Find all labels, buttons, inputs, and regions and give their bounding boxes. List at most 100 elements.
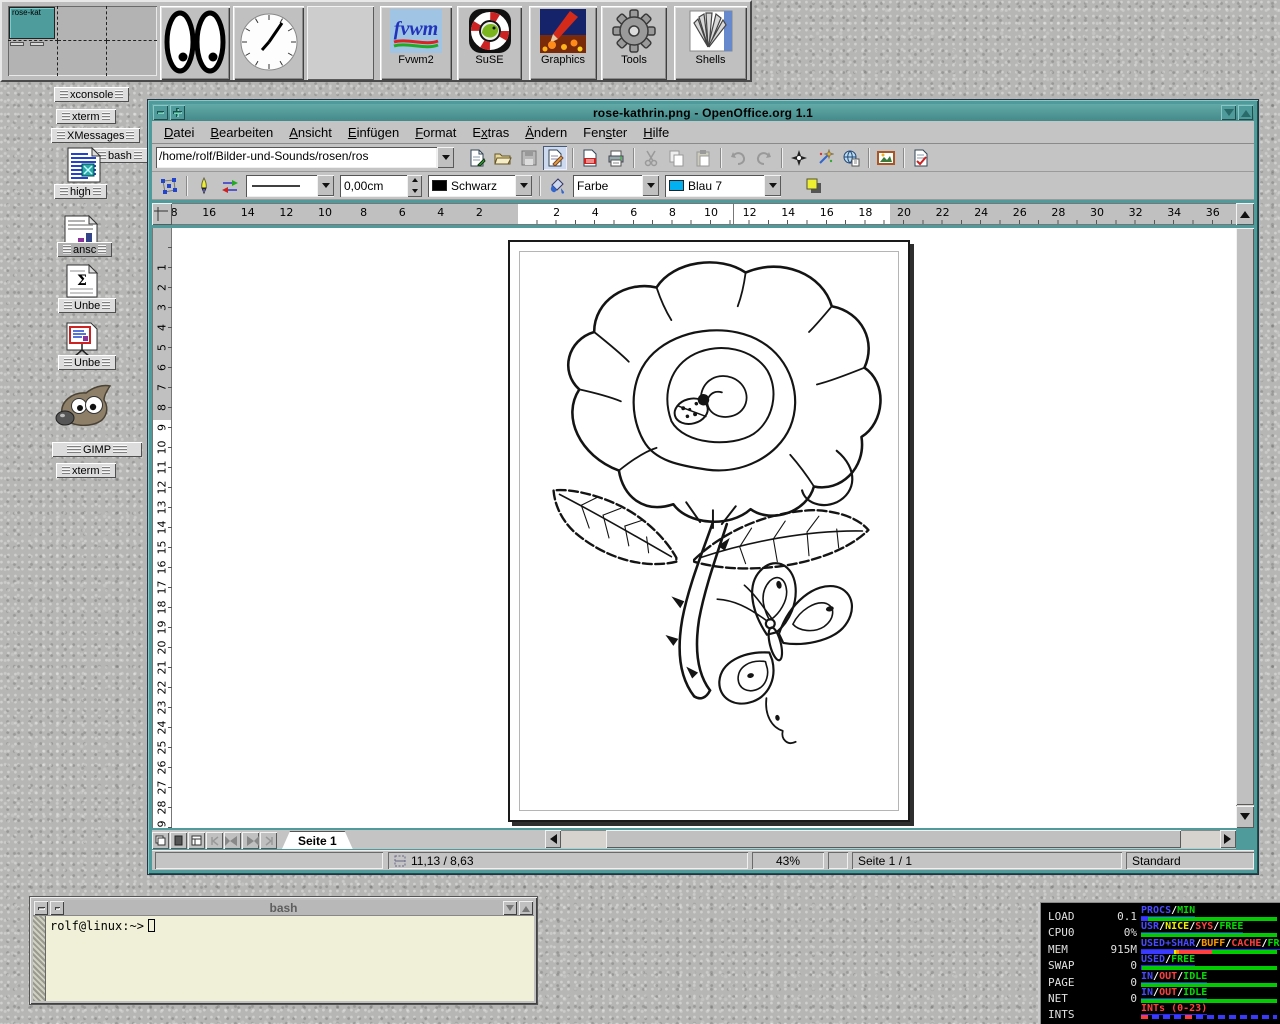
launcher-tools[interactable]: Tools (601, 6, 667, 80)
iconified-gimp[interactable] (52, 380, 122, 441)
spinner-buttons[interactable] (407, 175, 422, 197)
line-width-value[interactable]: 0,00cm (340, 179, 407, 193)
line-style-dropdown[interactable] (317, 175, 334, 196)
launcher-fvwm2[interactable]: fvwm Fvwm2 (380, 6, 452, 80)
autopilot-button[interactable] (813, 146, 837, 170)
horizontal-ruler[interactable]: 1816141210864224681012141618202224262830… (172, 203, 1236, 225)
desktop-pager[interactable]: rose-kat (8, 6, 157, 76)
gallery-button[interactable] (874, 146, 898, 170)
horizontal-scrollbar-track[interactable] (561, 830, 1220, 848)
vertical-scrollbar[interactable] (1236, 228, 1254, 828)
new-document-button[interactable] (465, 146, 489, 170)
open-button[interactable] (491, 146, 515, 170)
line-color-select[interactable]: Schwarz (428, 175, 532, 197)
fill-color-select[interactable]: Blau 7 (665, 175, 781, 197)
menu-datei[interactable]: Datei (156, 123, 202, 142)
vertical-scrollbar-thumb[interactable] (1236, 228, 1254, 805)
terminal-scrollbar[interactable] (33, 916, 46, 1001)
window-menu-button[interactable] (153, 105, 168, 120)
scroll-up-button[interactable] (1236, 203, 1254, 225)
status-zoom-cell[interactable]: 43% (752, 852, 824, 869)
pager-desk-4[interactable] (8, 41, 58, 76)
fill-button[interactable] (545, 174, 569, 198)
maximize-button[interactable] (1238, 105, 1253, 120)
line-width-spinner[interactable]: 0,00cm (340, 175, 422, 197)
terminal-title-bar[interactable]: bash (33, 900, 534, 916)
ruler-origin-button[interactable] (152, 203, 172, 225)
iconified-gimp-label[interactable]: GIMP (52, 442, 142, 457)
iconified-unbenannt-1[interactable]: Unbe (58, 298, 116, 313)
maximize-button[interactable] (519, 901, 533, 915)
terminal-screen[interactable]: rolf@linux:~> (33, 916, 534, 1001)
next-page-button[interactable] (242, 832, 259, 849)
hyperlink-button[interactable] (839, 146, 863, 170)
window-menu-button[interactable] (34, 901, 48, 915)
iconified-xmessages[interactable]: XMessages (51, 128, 140, 143)
menu-bearbeiten[interactable]: Bearbeiten (202, 123, 281, 142)
xeyes-applet[interactable] (160, 6, 230, 80)
layer-view-button[interactable] (188, 832, 205, 849)
edit-file-button[interactable] (543, 146, 567, 170)
undo-button[interactable] (726, 146, 750, 170)
scroll-left-button[interactable] (545, 830, 561, 848)
scroll-right-button[interactable] (1220, 830, 1236, 848)
status-style-cell[interactable]: Standard (1126, 852, 1254, 869)
pager-desk-2[interactable] (58, 6, 108, 41)
save-button[interactable] (517, 146, 541, 170)
check-document-button[interactable] (909, 146, 933, 170)
fill-style-dropdown[interactable] (642, 175, 659, 196)
export-pdf-button[interactable] (578, 146, 602, 170)
iconify-button[interactable] (1221, 105, 1236, 120)
pager-mini-window[interactable]: rose-kat (9, 7, 55, 39)
horizontal-scrollbar-thumb[interactable] (606, 830, 1181, 848)
last-page-button[interactable] (260, 832, 277, 849)
menu-ndern[interactable]: Ändern (517, 123, 575, 142)
iconify-button[interactable] (503, 901, 517, 915)
pager-desk-1[interactable]: rose-kat (8, 6, 58, 41)
line-style-select[interactable] (246, 175, 334, 197)
title-bar[interactable]: rose-kathrin.png - OpenOffice.org 1.1 (152, 104, 1254, 121)
cut-button[interactable] (639, 146, 663, 170)
iconified-ansc[interactable]: ansc (57, 242, 112, 257)
menu-fenster[interactable]: Fenster (575, 123, 635, 142)
paste-button[interactable] (691, 146, 715, 170)
launcher-suse[interactable]: SuSE (457, 6, 522, 80)
launcher-shells[interactable]: Shells (674, 6, 747, 80)
copy-button[interactable] (665, 146, 689, 170)
horizontal-scrollbar[interactable] (545, 830, 1236, 849)
shadow-button[interactable] (802, 174, 826, 198)
iconified-xterm-2[interactable]: xterm (56, 463, 116, 478)
document-page[interactable] (508, 240, 910, 822)
url-combobox[interactable]: /home/rolf/Bilder-und-Sounds/rosen/ros (156, 147, 454, 168)
page-tab-seite-1[interactable]: Seite 1 (282, 831, 353, 849)
url-input[interactable]: /home/rolf/Bilder-und-Sounds/rosen/ros (156, 147, 437, 168)
menu-extras[interactable]: Extras (464, 123, 517, 142)
print-button[interactable] (604, 146, 628, 170)
menu-format[interactable]: Format (407, 123, 464, 142)
line-color-dropdown[interactable] (515, 175, 532, 196)
iconified-xterm-1[interactable]: xterm (56, 109, 116, 124)
scroll-down-button[interactable] (1236, 806, 1254, 828)
menu-ansicht[interactable]: Ansicht (281, 123, 340, 142)
line-pen-button[interactable] (192, 174, 216, 198)
vertical-ruler[interactable]: 1234567891011121314151617181920212223242… (152, 228, 172, 828)
fill-color-dropdown[interactable] (764, 175, 781, 196)
rose-drawing[interactable] (510, 242, 908, 820)
iconified-xconsole[interactable]: xconsole (54, 87, 129, 102)
prev-page-button[interactable] (224, 832, 241, 849)
fill-style-select[interactable]: Farbe (573, 175, 659, 197)
iconified-writer-doc[interactable] (66, 146, 102, 189)
url-dropdown-button[interactable] (437, 147, 454, 168)
redo-button[interactable] (752, 146, 776, 170)
iconified-high[interactable]: high (54, 184, 107, 199)
pager-desk-3[interactable] (107, 6, 157, 41)
window-stick-button[interactable] (170, 105, 185, 120)
arrow-ends-button[interactable] (218, 174, 242, 198)
navigator-button[interactable] (787, 146, 811, 170)
menu-hilfe[interactable]: Hilfe (635, 123, 677, 142)
master-view-button[interactable] (170, 832, 187, 849)
page-view-button[interactable] (152, 832, 169, 849)
drawing-canvas[interactable] (172, 228, 1236, 828)
first-page-button[interactable] (206, 832, 223, 849)
launcher-graphics[interactable]: Graphics (529, 6, 597, 80)
